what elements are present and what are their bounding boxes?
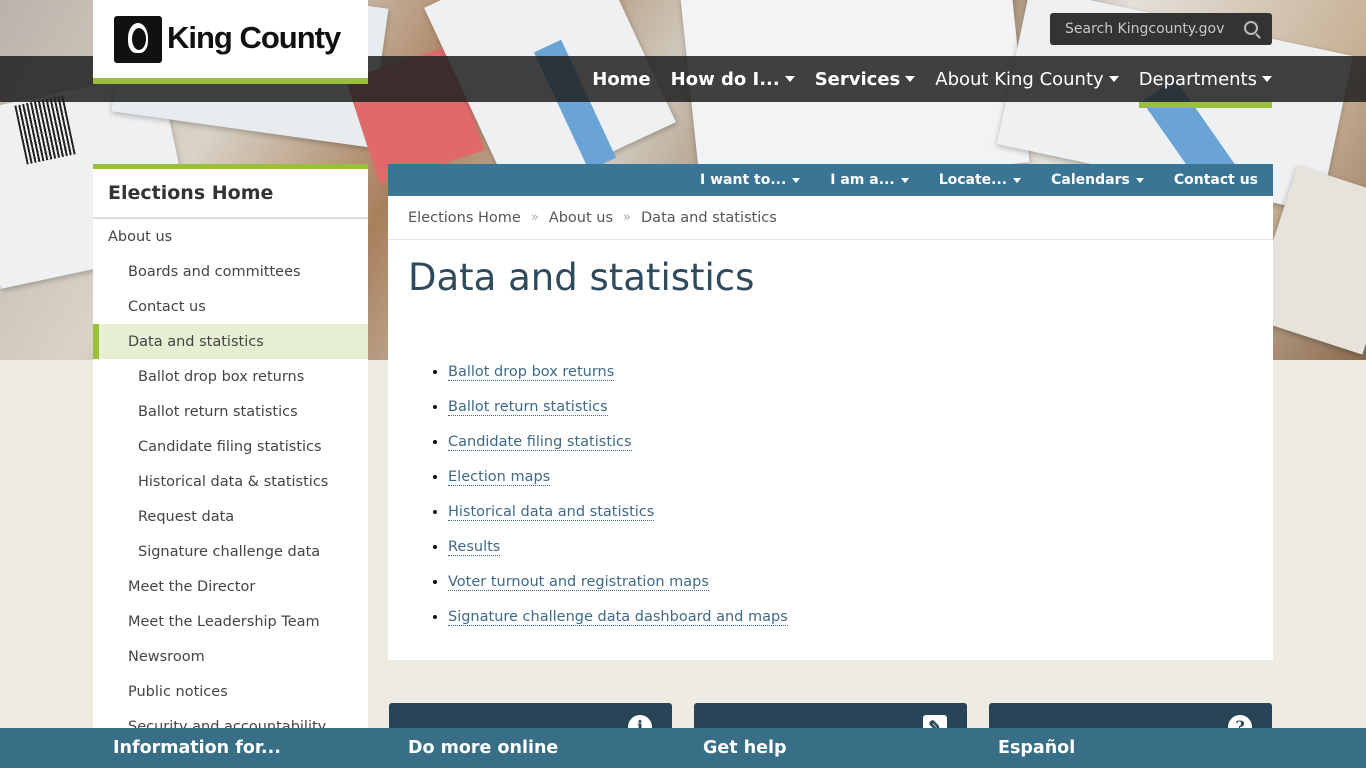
list-item: Candidate filing statistics xyxy=(448,434,788,469)
footer-do-more-online[interactable]: Do more online xyxy=(408,728,558,768)
sidebar-item-request-data[interactable]: Request data xyxy=(93,499,368,534)
logo-text: King County xyxy=(167,20,341,55)
sidebar-item-leadership-team[interactable]: Meet the Leadership Team xyxy=(93,604,368,639)
subnav-contact-us[interactable]: Contact us xyxy=(1159,172,1273,188)
breadcrumb-elections-home[interactable]: Elections Home xyxy=(408,210,521,226)
list-item: Voter turnout and registration maps xyxy=(448,574,788,609)
link-voter-turnout-maps[interactable]: Voter turnout and registration maps xyxy=(448,574,709,591)
page-title: Data and statistics xyxy=(408,256,755,299)
sidebar-item-ballot-return[interactable]: Ballot return statistics xyxy=(93,394,368,429)
sidebar-item-contact-us[interactable]: Contact us xyxy=(93,289,368,324)
sidebar-item-data-statistics[interactable]: Data and statistics xyxy=(93,324,368,359)
link-historical-data[interactable]: Historical data and statistics xyxy=(448,504,655,521)
caret-down-icon xyxy=(900,177,909,183)
search-icon[interactable] xyxy=(1244,21,1258,35)
nav-about-king-county[interactable]: About King County xyxy=(935,56,1119,102)
caret-down-icon xyxy=(1135,177,1144,183)
footer-get-help[interactable]: Get help xyxy=(703,728,787,768)
list-item: Ballot return statistics xyxy=(448,399,788,434)
king-county-logo[interactable]: King County xyxy=(93,0,368,84)
breadcrumb-about-us[interactable]: About us xyxy=(549,210,613,226)
caret-down-icon xyxy=(784,76,795,82)
sidebar-item-historical-data[interactable]: Historical data & statistics xyxy=(93,464,368,499)
main-nav: Home How do I... Services About King Cou… xyxy=(592,56,1273,108)
link-ballot-drop-box-returns[interactable]: Ballot drop box returns xyxy=(448,364,615,381)
nav-home[interactable]: Home xyxy=(592,56,650,102)
list-item: Historical data and statistics xyxy=(448,504,788,539)
caret-down-icon xyxy=(1108,76,1119,82)
breadcrumb: Elections Home » About us » Data and sta… xyxy=(388,196,1273,240)
search-box xyxy=(1050,13,1272,45)
sidebar-item-public-notices[interactable]: Public notices xyxy=(93,674,368,709)
sidebar: Elections Home About us Boards and commi… xyxy=(93,164,368,768)
list-item: Ballot drop box returns xyxy=(448,364,788,399)
list-item: Election maps xyxy=(448,469,788,504)
subnav-i-want-to[interactable]: I want to... xyxy=(685,172,815,188)
caret-down-icon xyxy=(1013,177,1022,183)
footer-bar: Information for... Do more online Get he… xyxy=(0,728,1366,768)
subnav-i-am-a[interactable]: I am a... xyxy=(815,172,923,188)
footer-espanol[interactable]: Español xyxy=(998,728,1075,768)
sidebar-title[interactable]: Elections Home xyxy=(93,169,368,219)
sidebar-item-signature-challenge[interactable]: Signature challenge data xyxy=(93,534,368,569)
subnav-calendars[interactable]: Calendars xyxy=(1036,172,1159,188)
sidebar-item-meet-director[interactable]: Meet the Director xyxy=(93,569,368,604)
caret-down-icon xyxy=(1262,76,1272,82)
main-content: Elections Home » About us » Data and sta… xyxy=(388,196,1273,660)
footer-information-for[interactable]: Information for... xyxy=(113,728,281,768)
caret-down-icon xyxy=(905,76,916,82)
king-county-logo-icon xyxy=(114,16,162,63)
caret-down-icon xyxy=(792,177,801,183)
nav-services[interactable]: Services xyxy=(815,56,916,102)
nav-how-do-i[interactable]: How do I... xyxy=(671,56,795,102)
link-results[interactable]: Results xyxy=(448,539,501,556)
breadcrumb-separator-icon: » xyxy=(530,210,539,225)
sidebar-item-candidate-filing[interactable]: Candidate filing statistics xyxy=(93,429,368,464)
list-item: Results xyxy=(448,539,788,574)
breadcrumb-separator-icon: » xyxy=(623,210,632,225)
link-candidate-filing-statistics[interactable]: Candidate filing statistics xyxy=(448,434,632,451)
nav-departments[interactable]: Departments xyxy=(1138,56,1273,108)
sidebar-item-boards[interactable]: Boards and committees xyxy=(93,254,368,289)
link-ballot-return-statistics[interactable]: Ballot return statistics xyxy=(448,399,608,416)
sub-nav: I want to... I am a... Locate... Calenda… xyxy=(388,164,1273,196)
search-input[interactable] xyxy=(1050,20,1242,38)
subnav-locate[interactable]: Locate... xyxy=(924,172,1036,188)
sidebar-item-about-us[interactable]: About us xyxy=(93,219,368,254)
link-election-maps[interactable]: Election maps xyxy=(448,469,551,486)
sidebar-item-ballot-drop-box[interactable]: Ballot drop box returns xyxy=(93,359,368,394)
link-signature-challenge-dashboard[interactable]: Signature challenge data dashboard and m… xyxy=(448,609,788,626)
sidebar-list: About us Boards and committees Contact u… xyxy=(93,219,368,744)
link-list: Ballot drop box returns Ballot return st… xyxy=(428,364,788,644)
sidebar-item-newsroom[interactable]: Newsroom xyxy=(93,639,368,674)
breadcrumb-current: Data and statistics xyxy=(641,209,777,226)
list-item: Signature challenge data dashboard and m… xyxy=(448,609,788,644)
